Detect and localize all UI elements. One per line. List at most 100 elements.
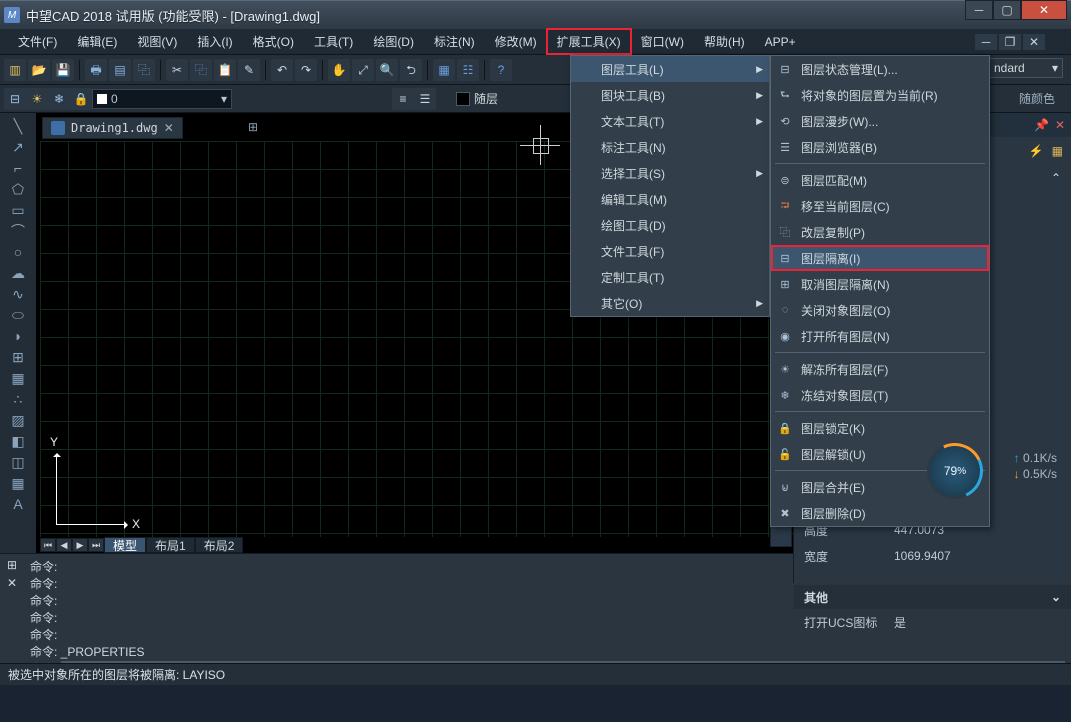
menu-layer-thaw-all[interactable]: ☀解冻所有图层(F) <box>771 356 989 382</box>
mdi-minimize-button[interactable]: ─ <box>975 34 997 50</box>
menu-select-tools[interactable]: 选择工具(S)▶ <box>571 160 769 186</box>
rect-icon[interactable]: ▭ <box>9 201 27 219</box>
paste-icon[interactable]: 📋 <box>214 59 236 81</box>
help-icon[interactable]: ? <box>490 59 512 81</box>
menu-draw-tools[interactable]: 绘图工具(D) <box>571 212 769 238</box>
gradient-icon[interactable]: ◧ <box>9 432 27 450</box>
tab-layout2[interactable]: 布局2 <box>195 537 244 553</box>
close-tab-icon[interactable]: ✕ <box>164 121 174 135</box>
zoom-win-icon[interactable]: 🔍 <box>376 59 398 81</box>
tab-next-icon[interactable]: ▶ <box>72 538 88 552</box>
layer-freeze-icon[interactable]: ❄ <box>48 88 70 110</box>
maximize-button[interactable]: ▢ <box>993 0 1021 20</box>
prop-width-value[interactable]: 1069.9407 <box>894 549 951 563</box>
menu-app[interactable]: APP+ <box>755 29 806 54</box>
menu-file-tools[interactable]: 文件工具(F) <box>571 238 769 264</box>
spline-icon[interactable]: ∿ <box>9 285 27 303</box>
style-combo[interactable]: ndard▾ <box>989 58 1063 78</box>
cmd-anchor-icon[interactable]: ⊞ <box>7 558 17 572</box>
region-icon[interactable]: ◫ <box>9 453 27 471</box>
menu-help[interactable]: 帮助(H) <box>694 29 755 54</box>
menu-dim[interactable]: 标注(N) <box>424 29 485 54</box>
table-icon[interactable]: ▦ <box>9 474 27 492</box>
menu-view[interactable]: 视图(V) <box>127 29 187 54</box>
menu-insert[interactable]: 插入(I) <box>187 29 242 54</box>
menu-file[interactable]: 文件(F) <box>8 29 67 54</box>
open-icon[interactable]: 📂 <box>28 59 50 81</box>
menu-layer-unisolate[interactable]: ⊞取消图层隔离(N) <box>771 271 989 297</box>
prop-ucs-value[interactable]: 是 <box>894 614 906 631</box>
lineweight-icon[interactable]: ☰ <box>414 88 436 110</box>
cut-icon[interactable]: ✂ <box>166 59 188 81</box>
layer-combo[interactable]: 0 ▾ <box>92 89 232 109</box>
menu-text-tools[interactable]: 文本工具(T)▶ <box>571 108 769 134</box>
panel-tab-icon-3[interactable] <box>770 525 792 547</box>
tab-first-icon[interactable]: ⏮ <box>40 538 56 552</box>
panel-pin-icon[interactable]: 📌 <box>1034 118 1049 132</box>
polygon-icon[interactable]: ⬠ <box>9 180 27 198</box>
print-icon[interactable]: 🖶 <box>85 59 107 81</box>
copy-icon[interactable]: ⿻ <box>190 59 212 81</box>
menu-layer-lock[interactable]: 🔒图层锁定(K) <box>771 415 989 441</box>
circle-icon[interactable]: ○ <box>9 243 27 261</box>
menu-layer-match[interactable]: ⊜图层匹配(M) <box>771 167 989 193</box>
menu-layer-delete[interactable]: ✖图层删除(D) <box>771 500 989 526</box>
menu-draw[interactable]: 绘图(D) <box>363 29 424 54</box>
menu-modify[interactable]: 修改(M) <box>485 29 547 54</box>
preview-icon[interactable]: ▤ <box>109 59 131 81</box>
select-icon[interactable]: ▦ <box>1052 144 1063 158</box>
redo-icon[interactable]: ↷ <box>295 59 317 81</box>
network-speed-badge[interactable]: 79% <box>927 443 983 499</box>
layer-on-icon[interactable]: ☀ <box>26 88 48 110</box>
panel-close-icon[interactable]: ✕ <box>1055 118 1065 132</box>
tab-model[interactable]: 模型 <box>104 537 146 553</box>
menu-edit[interactable]: 编辑(E) <box>67 29 127 54</box>
close-button[interactable]: ✕ <box>1021 0 1067 20</box>
mdi-close-button[interactable]: ✕ <box>1023 34 1045 50</box>
menu-layer-all-on[interactable]: ◉打开所有图层(N) <box>771 323 989 349</box>
quick-select-icon[interactable]: ⚡ <box>1029 144 1044 158</box>
menu-layer-walk[interactable]: ⟲图层漫步(W)... <box>771 108 989 134</box>
tab-layout1[interactable]: 布局1 <box>146 537 195 553</box>
line-icon[interactable]: ╲ <box>9 117 27 135</box>
zoom-prev-icon[interactable]: ⮌ <box>400 59 422 81</box>
layer-props-icon[interactable]: ⊟ <box>4 88 26 110</box>
menu-dim-tools[interactable]: 标注工具(N) <box>571 134 769 160</box>
menu-copy-to-layer[interactable]: ⿻改层复制(P) <box>771 219 989 245</box>
menu-layer-state-manager[interactable]: ⊟图层状态管理(L)... <box>771 56 989 82</box>
match-icon[interactable]: ✎ <box>238 59 260 81</box>
ellipse-arc-icon[interactable]: ◗ <box>9 327 27 345</box>
save-icon[interactable]: 💾 <box>52 59 74 81</box>
menu-format[interactable]: 格式(O) <box>243 29 304 54</box>
document-tab[interactable]: Drawing1.dwg ✕ <box>42 117 183 139</box>
block-icon[interactable]: ▦ <box>9 369 27 387</box>
layer-lock-icon[interactable]: 🔒 <box>70 88 92 110</box>
calc-icon[interactable]: ▦ <box>433 59 455 81</box>
ellipse-icon[interactable]: ⬭ <box>9 306 27 324</box>
menu-window[interactable]: 窗口(W) <box>631 29 694 54</box>
menu-custom-tools[interactable]: 定制工具(T) <box>571 264 769 290</box>
pline-icon[interactable]: ⌐ <box>9 159 27 177</box>
menu-layer-off[interactable]: ◌关闭对象图层(O) <box>771 297 989 323</box>
arc-icon[interactable]: ⌒ <box>9 222 27 240</box>
chevron-down-icon[interactable]: ⌄ <box>1051 590 1061 604</box>
insert-icon[interactable]: ⊞ <box>9 348 27 366</box>
undo-icon[interactable]: ↶ <box>271 59 293 81</box>
xline-icon[interactable]: ↗ <box>9 138 27 156</box>
hatch-icon[interactable]: ▨ <box>9 411 27 429</box>
pan-icon[interactable]: ✋ <box>328 59 350 81</box>
zoom-rt-icon[interactable]: ⤢ <box>352 59 374 81</box>
menu-other-tools[interactable]: 其它(O)▶ <box>571 290 769 316</box>
command-input[interactable] <box>61 661 1065 664</box>
menu-tools[interactable]: 工具(T) <box>304 29 363 54</box>
mtext-icon[interactable]: A <box>9 495 27 513</box>
menu-block-tools[interactable]: 图块工具(B)▶ <box>571 82 769 108</box>
menu-layer-freeze[interactable]: ❄冻结对象图层(T) <box>771 382 989 408</box>
revcloud-icon[interactable]: ☁ <box>9 264 27 282</box>
new-tab-button[interactable]: ⊞ <box>248 120 264 136</box>
tab-prev-icon[interactable]: ◀ <box>56 538 72 552</box>
bycolor-combo[interactable]: 随颜色 <box>1019 88 1063 108</box>
color-bylayer[interactable]: 随层 <box>456 90 498 107</box>
tab-last-icon[interactable]: ⏭ <box>88 538 104 552</box>
chevron-up-icon[interactable]: ⌃ <box>1051 171 1061 185</box>
